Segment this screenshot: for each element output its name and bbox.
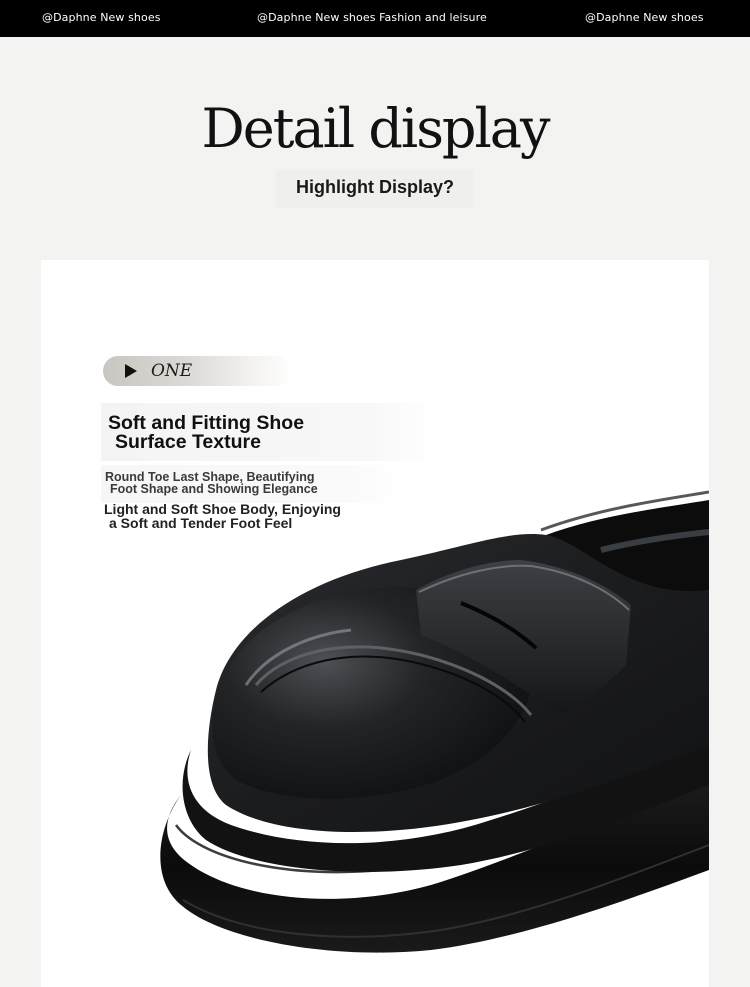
feature-description-1: Round Toe Last Shape, Beautifying Foot S…	[101, 465, 405, 503]
banner-text-center: @Daphne New shoes Fashion and leisure	[257, 11, 487, 24]
description-1-line2: Foot Shape and Showing Elegance	[110, 482, 318, 496]
section-badge-label: ONE	[151, 361, 193, 381]
play-arrow-icon	[125, 364, 137, 378]
feature-title-line2: Surface Texture	[115, 431, 261, 453]
top-banner: @Daphne New shoes @Daphne New shoes Fash…	[0, 0, 750, 37]
detail-panel: ONE Soft and Fitting Shoe Surface Textur…	[41, 260, 709, 987]
feature-title: Soft and Fitting Shoe Surface Texture	[101, 403, 438, 461]
section-badge: ONE	[103, 356, 293, 386]
banner-text-right: @Daphne New shoes	[585, 11, 704, 24]
page-subtitle: Highlight Display?	[276, 170, 474, 208]
description-2-line2: a Soft and Tender Foot Feel	[109, 514, 293, 531]
feature-description-2: Light and Soft Shoe Body, Enjoying a Sof…	[104, 502, 341, 531]
banner-text-left: @Daphne New shoes	[42, 11, 161, 24]
page-title: Detail display	[201, 97, 551, 160]
